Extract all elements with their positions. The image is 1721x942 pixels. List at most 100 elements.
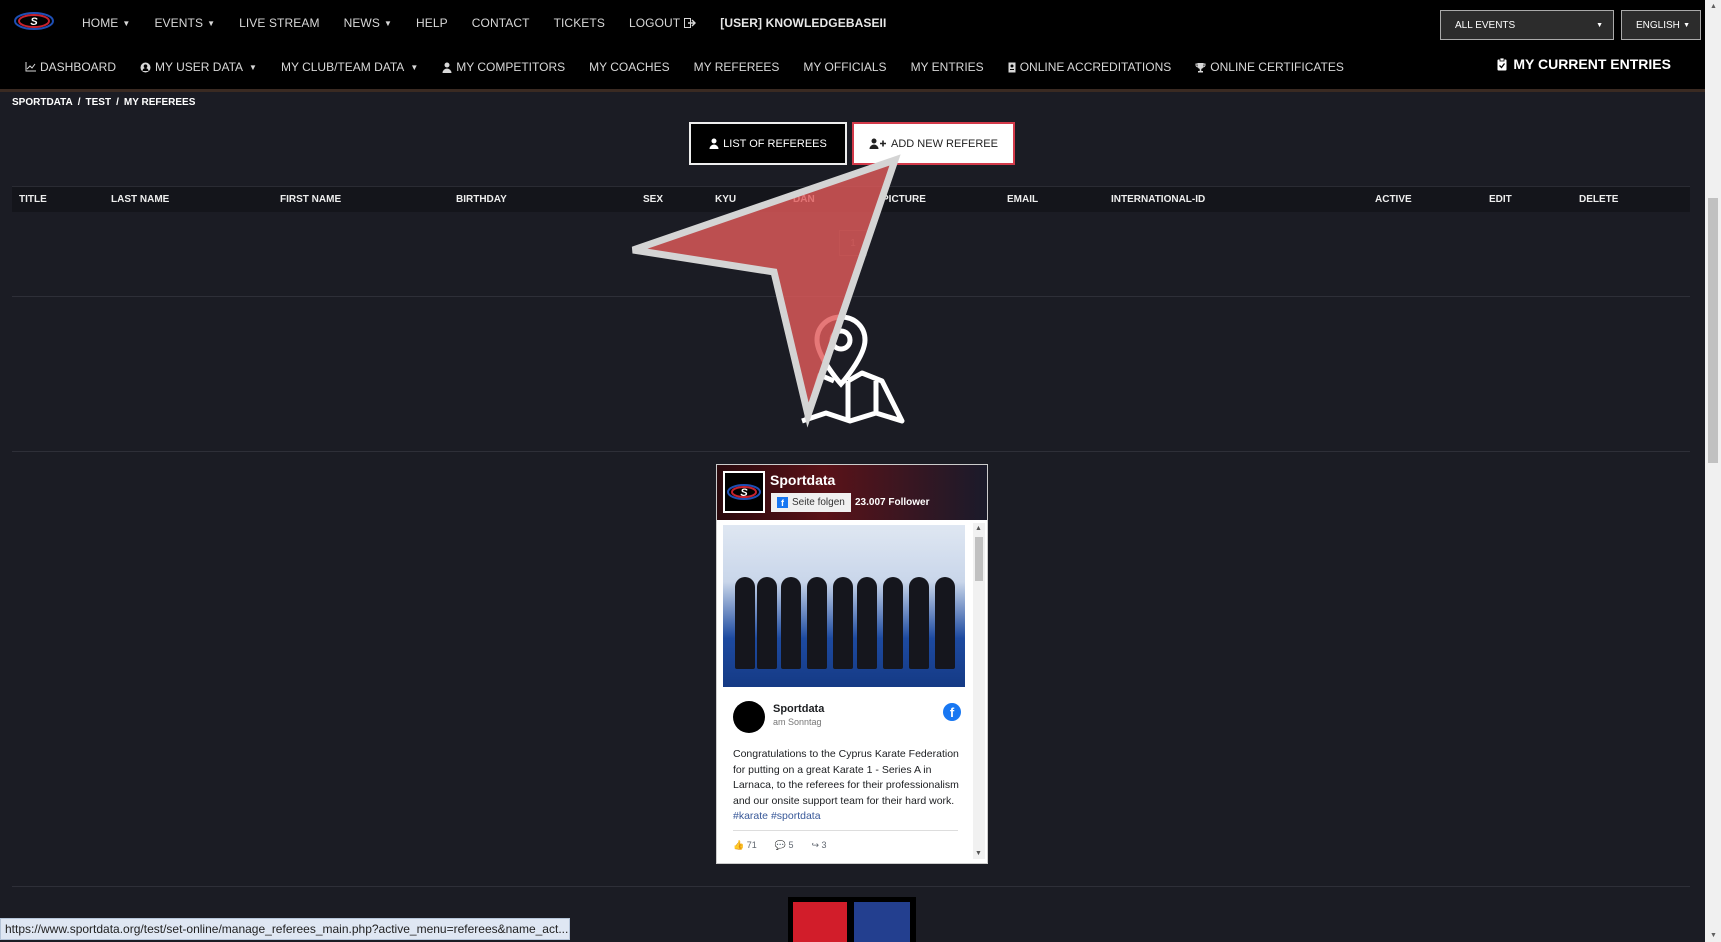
user-icon	[442, 62, 452, 73]
sportdata-logo[interactable]: S	[14, 11, 54, 31]
nav-my-user-data[interactable]: MY USER DATA ▼	[140, 60, 257, 74]
language-select[interactable]: ENGLISH ▼	[1621, 10, 1701, 40]
user-circle-icon	[140, 62, 151, 72]
scrollbar-thumb[interactable]	[1708, 198, 1718, 463]
nav-online-certificates[interactable]: ONLINE CERTIFICATES	[1195, 60, 1344, 74]
pagination-page[interactable]: 1	[839, 230, 867, 256]
scroll-up-icon[interactable]: ▲	[1710, 3, 1717, 10]
post-stats: 👍 71 💬 5 ↪ 3	[733, 830, 958, 851]
nav-home[interactable]: HOME ▼	[82, 16, 130, 30]
facebook-page-header: S Sportdata f Seite folgen 23.007 Follow…	[717, 465, 987, 520]
post-date[interactable]: am Sonntag	[773, 717, 822, 727]
scroll-down-icon[interactable]: ▼	[975, 850, 982, 857]
nav-my-coaches[interactable]: MY COACHES	[589, 60, 669, 74]
logout-icon	[684, 18, 697, 28]
svg-text:S: S	[740, 487, 748, 499]
red-flag[interactable]	[793, 902, 847, 942]
scroll-up-icon[interactable]: ▲	[975, 525, 982, 532]
page-avatar[interactable]: S	[723, 471, 765, 513]
breadcrumb-separator: /	[77, 97, 81, 108]
divider	[12, 451, 1690, 452]
nav-user[interactable]: [USER] KNOWLEDGEBASEII	[720, 16, 886, 30]
divider	[12, 296, 1690, 297]
facebook-icon: f	[777, 497, 788, 508]
nav-my-officials[interactable]: MY OFFICIALS	[803, 60, 886, 74]
post-text: Congratulations to the Cyprus Karate Fed…	[733, 748, 959, 822]
page-scrollbar[interactable]: ▲ ▼	[1705, 0, 1721, 942]
add-new-referee-button[interactable]: ADD NEW REFEREE	[852, 122, 1015, 165]
follow-page-button[interactable]: f Seite folgen	[771, 493, 851, 512]
column-edit[interactable]: EDIT	[1489, 194, 1512, 205]
column-birthday[interactable]: BIRTHDAY	[456, 194, 507, 205]
nav-events[interactable]: EVENTS ▼	[154, 16, 215, 30]
page-name[interactable]: Sportdata	[770, 472, 835, 488]
trophy-icon	[1195, 62, 1206, 72]
caret-down-icon: ▼	[122, 18, 131, 28]
nav-dashboard[interactable]: DASHBOARD	[25, 60, 116, 74]
svg-text:S: S	[30, 16, 38, 28]
column-last-name[interactable]: LAST NAME	[111, 194, 169, 205]
post-hashtags[interactable]: #karate #sportdata	[733, 810, 821, 822]
breadcrumb-item[interactable]: SPORTDATA	[12, 97, 73, 108]
column-picture[interactable]: PICTURE	[882, 194, 926, 205]
column-sex[interactable]: SEX	[643, 194, 663, 205]
nav-live-stream[interactable]: LIVE STREAM	[239, 16, 319, 30]
scrollbar-thumb[interactable]	[975, 537, 983, 581]
column-email[interactable]: EMAIL	[1007, 194, 1038, 205]
clipboard-check-icon	[1497, 57, 1507, 70]
nav-my-club-team-data[interactable]: MY CLUB/TEAM DATA ▼	[281, 60, 418, 74]
nav-my-entries[interactable]: MY ENTRIES	[911, 60, 984, 74]
nav-contact[interactable]: CONTACT	[472, 16, 530, 30]
nav-my-referees[interactable]: MY REFEREES	[694, 60, 780, 74]
column-first-name[interactable]: FIRST NAME	[280, 194, 341, 205]
column-international-id[interactable]: INTERNATIONAL-ID	[1111, 194, 1205, 205]
nav-tickets[interactable]: TICKETS	[554, 16, 605, 30]
scroll-down-icon[interactable]: ▼	[1710, 932, 1717, 939]
column-dan[interactable]: DAN	[793, 194, 815, 205]
events-select[interactable]: ALL EVENTS ▼	[1440, 10, 1614, 40]
user-icon	[709, 138, 719, 149]
facebook-post: Sportdata am Sonntag f Congratulations t…	[723, 525, 967, 860]
facebook-icon[interactable]: f	[943, 703, 961, 721]
top-navbar: S HOME ▼ EVENTS ▼ LIVE STREAM NEWS ▼ HELP C…	[0, 0, 1705, 46]
chart-icon	[25, 62, 36, 72]
follower-count: 23.007 Follower	[855, 497, 930, 508]
caret-down-icon: ▼	[1596, 21, 1603, 29]
post-author[interactable]: Sportdata	[773, 703, 824, 715]
secondary-navbar: DASHBOARD MY USER DATA ▼ MY CLUB/TEAM DAT…	[0, 46, 1705, 92]
caret-down-icon: ▼	[249, 62, 257, 72]
column-delete[interactable]: DELETE	[1579, 194, 1618, 205]
list-of-referees-button[interactable]: LIST OF REFEREES	[689, 122, 847, 165]
referees-table-header: TITLE LAST NAME FIRST NAME BIRTHDAY SEX …	[12, 186, 1690, 212]
my-current-entries-link[interactable]: MY CURRENT ENTRIES	[1497, 56, 1671, 72]
divider	[12, 886, 1690, 887]
post-photo[interactable]	[723, 525, 965, 687]
caret-down-icon: ▼	[1683, 21, 1690, 29]
caret-down-icon: ▼	[207, 18, 216, 28]
nav-online-accreditations[interactable]: ONLINE ACCREDITATIONS	[1008, 60, 1171, 74]
column-kyu[interactable]: KYU	[715, 194, 736, 205]
breadcrumb-item: MY REFEREES	[123, 97, 196, 108]
breadcrumb-separator: /	[116, 97, 119, 108]
nav-help[interactable]: HELP	[416, 16, 448, 30]
flag-banner	[788, 897, 916, 942]
map-location-icon[interactable]	[796, 313, 906, 425]
breadcrumb-item[interactable]: TEST	[86, 97, 112, 108]
nav-news[interactable]: NEWS ▼	[344, 16, 392, 30]
post-author-avatar[interactable]	[733, 701, 765, 733]
share-count[interactable]: ↪ 3	[811, 840, 826, 851]
column-active[interactable]: ACTIVE	[1375, 194, 1412, 205]
breadcrumb: SPORTDATA / TEST / MY REFEREES	[12, 97, 195, 108]
nav-my-competitors[interactable]: MY COMPETITORS	[442, 60, 565, 74]
caret-down-icon: ▼	[383, 18, 392, 28]
column-title[interactable]: TITLE	[19, 194, 47, 205]
nav-logout[interactable]: LOGOUT	[629, 16, 697, 30]
blue-flag[interactable]	[854, 902, 910, 942]
badge-icon	[1008, 62, 1016, 72]
facebook-page-widget: S Sportdata f Seite folgen 23.007 Follow…	[716, 464, 988, 864]
comment-count[interactable]: 💬 5	[775, 840, 794, 851]
language-select-value: ENGLISH	[1636, 19, 1680, 31]
widget-scrollbar[interactable]: ▲ ▼	[973, 523, 985, 859]
like-count[interactable]: 👍 71	[733, 840, 757, 851]
user-plus-icon	[869, 138, 887, 149]
